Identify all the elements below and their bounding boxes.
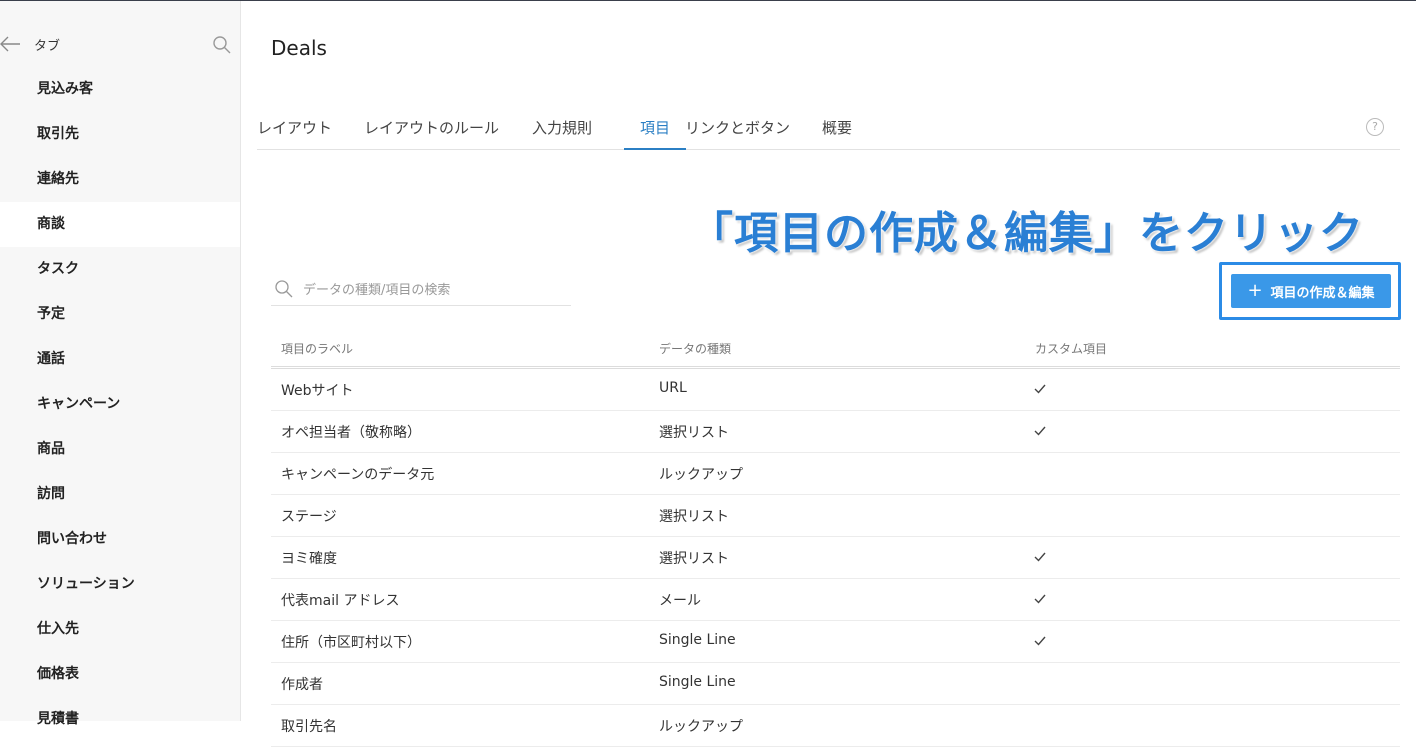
- help-icon[interactable]: ?: [1366, 118, 1384, 136]
- sidebar-nav: 見込み客 取引先 連絡先 商談 タスク 予定 通話 キャンペーン 商品 訪問 問い合わせ ソリューショ…: [0, 67, 240, 742]
- field-type: メール: [659, 593, 701, 609]
- column-header-label: 項目のラベル: [281, 342, 354, 356]
- table-row[interactable]: 代表mail アドレス メール: [271, 579, 1400, 621]
- tab-bar: レイアウト レイアウトのルール 入力規則 項目 リンクとボタン 概要: [257, 105, 1400, 150]
- field-type: ルックアップ: [659, 719, 743, 735]
- tab[interactable]: 項目: [624, 105, 687, 150]
- field-type: URL: [659, 380, 687, 396]
- field-label[interactable]: 取引先名: [281, 716, 337, 736]
- sidebar-item[interactable]: タスク: [0, 247, 240, 292]
- sidebar-item[interactable]: 商談: [0, 202, 240, 247]
- field-label[interactable]: 住所（市区町村以下）: [281, 632, 421, 652]
- sidebar-title: タブ: [34, 39, 61, 54]
- field-label[interactable]: 作成者: [281, 674, 323, 694]
- table-row[interactable]: 取引先名 ルックアップ: [271, 705, 1400, 747]
- field-type: 選択リスト: [659, 425, 729, 441]
- sidebar-header: タブ: [0, 29, 240, 59]
- sidebar-item[interactable]: 通話: [0, 337, 240, 382]
- sidebar-item[interactable]: 商品: [0, 427, 240, 472]
- sidebar-item[interactable]: 仕入先: [0, 607, 240, 652]
- sidebar: タブ 見込み客 取引先 連絡先 商談 タスク 予定 通話 キャンペーン 商品 訪問 問い合わせ ソリュ…: [0, 1, 241, 727]
- table-row[interactable]: キャンペーンのデータ元 ルックアップ: [271, 453, 1400, 495]
- sidebar-item[interactable]: 予定: [0, 292, 240, 337]
- table-row[interactable]: ステージ 選択リスト: [271, 495, 1400, 537]
- column-header-custom: カスタム項目: [1035, 342, 1108, 356]
- create-edit-field-button[interactable]: + 項目の作成＆編集: [1231, 274, 1391, 308]
- tab[interactable]: リンクとボタン: [685, 105, 790, 148]
- table-row[interactable]: オペ担当者（敬称略） 選択リスト: [271, 411, 1400, 453]
- sidebar-item[interactable]: キャンペーン: [0, 382, 240, 427]
- fields-table: 項目のラベル データの種類 カスタム項目 Webサイト URL オペ担当者（敬称略）…: [271, 329, 1400, 747]
- table-row[interactable]: 作成者 Single Line: [271, 663, 1400, 705]
- table-row[interactable]: ヨミ確度 選択リスト: [271, 537, 1400, 579]
- tab[interactable]: レイアウトのルール: [364, 105, 499, 148]
- search-icon: [275, 280, 293, 298]
- field-label[interactable]: ヨミ確度: [281, 548, 337, 568]
- checkmark-icon: [1034, 552, 1046, 562]
- table-header: 項目のラベル データの種類 カスタム項目: [271, 329, 1400, 369]
- sidebar-item[interactable]: 取引先: [0, 112, 240, 157]
- page-title: Deals: [271, 36, 327, 60]
- table-body: Webサイト URL オペ担当者（敬称略） 選択リスト キャンペーンのデータ元 ルックアッ…: [271, 369, 1400, 747]
- field-label[interactable]: ステージ: [281, 506, 337, 526]
- sidebar-item[interactable]: 見積書: [0, 697, 240, 742]
- checkmark-icon: [1034, 594, 1046, 604]
- sidebar-item[interactable]: 訪問: [0, 472, 240, 517]
- field-label[interactable]: オペ担当者（敬称略）: [281, 422, 421, 442]
- column-header-type: データの種類: [659, 342, 732, 356]
- sidebar-item[interactable]: 価格表: [0, 652, 240, 697]
- sidebar-item[interactable]: 問い合わせ: [0, 517, 240, 562]
- field-type: Single Line: [659, 632, 736, 648]
- instruction-annotation: 「項目の作成＆編集」をクリック: [689, 208, 1364, 259]
- field-label[interactable]: Webサイト: [281, 380, 354, 400]
- back-arrow-icon[interactable]: [0, 29, 22, 59]
- field-type: 選択リスト: [659, 551, 729, 567]
- table-row[interactable]: Webサイト URL: [271, 369, 1400, 411]
- search-icon[interactable]: [212, 35, 232, 55]
- sidebar-item[interactable]: 見込み客: [0, 67, 240, 112]
- tab[interactable]: レイアウト: [257, 105, 332, 148]
- field-type: ルックアップ: [659, 467, 743, 483]
- search-input[interactable]: [301, 277, 565, 303]
- plus-icon: +: [1247, 280, 1263, 301]
- field-label[interactable]: キャンペーンのデータ元: [281, 464, 434, 484]
- tab[interactable]: 概要: [822, 105, 852, 148]
- field-type: 選択リスト: [659, 509, 729, 525]
- tab[interactable]: 入力規則: [532, 105, 592, 148]
- field-type: Single Line: [659, 674, 736, 690]
- checkmark-icon: [1034, 636, 1046, 646]
- create-edit-field-label: 項目の作成＆編集: [1270, 285, 1375, 301]
- checkmark-icon: [1034, 384, 1046, 394]
- field-label[interactable]: 代表mail アドレス: [281, 590, 399, 610]
- sidebar-item[interactable]: ソリューション: [0, 562, 240, 607]
- field-search: [271, 273, 571, 306]
- checkmark-icon: [1034, 426, 1046, 436]
- main-panel: Deals レイアウト レイアウトのルール 入力規則 項目 リンクとボタン 概要 ? 「項…: [241, 1, 1416, 747]
- table-row[interactable]: 住所（市区町村以下） Single Line: [271, 621, 1400, 663]
- sidebar-item[interactable]: 連絡先: [0, 157, 240, 202]
